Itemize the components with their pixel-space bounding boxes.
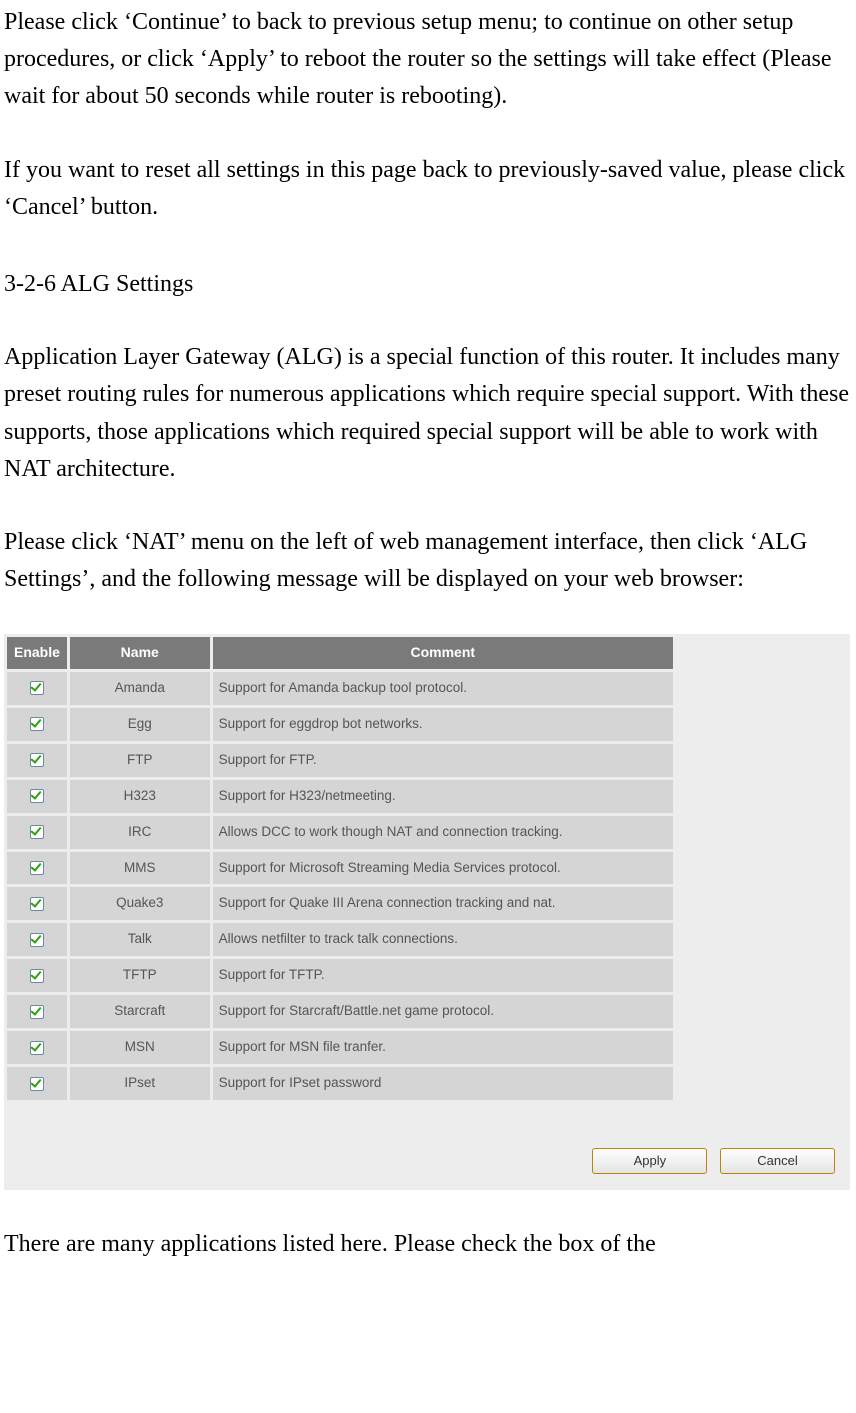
paragraph-alg-navigation: Please click ‘NAT’ menu on the left of w…	[4, 524, 850, 598]
table-row: H323Support for H323/netmeeting.	[7, 780, 673, 813]
enable-checkbox[interactable]	[30, 897, 44, 911]
table-row: EggSupport for eggdrop bot networks.	[7, 708, 673, 741]
cell-enable	[7, 1031, 67, 1064]
table-row: Quake3Support for Quake III Arena connec…	[7, 887, 673, 920]
cell-enable	[7, 995, 67, 1028]
cell-comment: Allows netfilter to track talk connectio…	[213, 923, 673, 956]
table-row: IPsetSupport for IPset password	[7, 1067, 673, 1100]
paragraph-continue-apply: Please click ‘Continue’ to back to previ…	[4, 4, 850, 116]
paragraph-alg-description: Application Layer Gateway (ALG) is a spe…	[4, 339, 850, 488]
cell-comment: Support for eggdrop bot networks.	[213, 708, 673, 741]
table-row: MSNSupport for MSN file tranfer.	[7, 1031, 673, 1064]
paragraph-trailing: There are many applications listed here.…	[4, 1226, 850, 1263]
table-row: MMS Support for Microsoft Streaming Medi…	[7, 852, 673, 885]
cell-enable	[7, 672, 67, 705]
cell-name: MSN	[70, 1031, 210, 1064]
enable-checkbox[interactable]	[30, 1041, 44, 1055]
cell-enable	[7, 816, 67, 849]
table-row: FTPSupport for FTP.	[7, 744, 673, 777]
cell-enable	[7, 708, 67, 741]
table-row: IRC Allows DCC to work though NAT and co…	[7, 816, 673, 849]
cell-enable	[7, 744, 67, 777]
enable-checkbox[interactable]	[30, 789, 44, 803]
enable-checkbox[interactable]	[30, 861, 44, 875]
cell-name: FTP	[70, 744, 210, 777]
cell-enable	[7, 959, 67, 992]
cell-name: MMS	[70, 852, 210, 885]
enable-checkbox[interactable]	[30, 753, 44, 767]
cancel-button[interactable]: Cancel	[720, 1148, 835, 1174]
cell-name: TFTP	[70, 959, 210, 992]
table-row: TFTPSupport for TFTP.	[7, 959, 673, 992]
cell-comment: Support for H323/netmeeting.	[213, 780, 673, 813]
cell-enable	[7, 887, 67, 920]
apply-button[interactable]: Apply	[592, 1148, 707, 1174]
alg-table: Enable Name Comment AmandaSupport for Am…	[4, 634, 676, 1103]
cell-enable	[7, 780, 67, 813]
enable-checkbox[interactable]	[30, 1077, 44, 1091]
cell-name: Egg	[70, 708, 210, 741]
alg-table-body: AmandaSupport for Amanda backup tool pro…	[7, 672, 673, 1100]
cell-name: IRC	[70, 816, 210, 849]
cell-enable	[7, 1067, 67, 1100]
cell-name: IPset	[70, 1067, 210, 1100]
column-header-name: Name	[70, 637, 210, 669]
cell-comment: Support for Starcraft/Battle.net game pr…	[213, 995, 673, 1028]
cell-comment: Support for IPset password	[213, 1067, 673, 1100]
enable-checkbox[interactable]	[30, 717, 44, 731]
cell-name: Quake3	[70, 887, 210, 920]
cell-name: Starcraft	[70, 995, 210, 1028]
column-header-comment: Comment	[213, 637, 673, 669]
cell-name: Talk	[70, 923, 210, 956]
cell-enable	[7, 852, 67, 885]
alg-settings-screenshot: Enable Name Comment AmandaSupport for Am…	[4, 634, 850, 1190]
cell-comment: Support for Microsoft Streaming Media Se…	[213, 852, 673, 885]
cell-name: H323	[70, 780, 210, 813]
cell-comment: Allows DCC to work though NAT and connec…	[213, 816, 673, 849]
cell-enable	[7, 923, 67, 956]
cell-comment: Support for Amanda backup tool protocol.	[213, 672, 673, 705]
paragraph-cancel-reset: If you want to reset all settings in thi…	[4, 152, 850, 226]
table-row: StarcraftSupport for Starcraft/Battle.ne…	[7, 995, 673, 1028]
enable-checkbox[interactable]	[30, 933, 44, 947]
cell-name: Amanda	[70, 672, 210, 705]
column-header-enable: Enable	[7, 637, 67, 669]
enable-checkbox[interactable]	[30, 1005, 44, 1019]
enable-checkbox[interactable]	[30, 681, 44, 695]
cell-comment: Support for Quake III Arena connection t…	[213, 887, 673, 920]
cell-comment: Support for FTP.	[213, 744, 673, 777]
cell-comment: Support for MSN file tranfer.	[213, 1031, 673, 1064]
enable-checkbox[interactable]	[30, 969, 44, 983]
table-row: TalkAllows netfilter to track talk conne…	[7, 923, 673, 956]
cell-comment: Support for TFTP.	[213, 959, 673, 992]
enable-checkbox[interactable]	[30, 825, 44, 839]
table-row: AmandaSupport for Amanda backup tool pro…	[7, 672, 673, 705]
button-row: Apply Cancel	[4, 1103, 849, 1190]
section-heading-alg-settings: 3-2-6 ALG Settings	[4, 266, 850, 303]
